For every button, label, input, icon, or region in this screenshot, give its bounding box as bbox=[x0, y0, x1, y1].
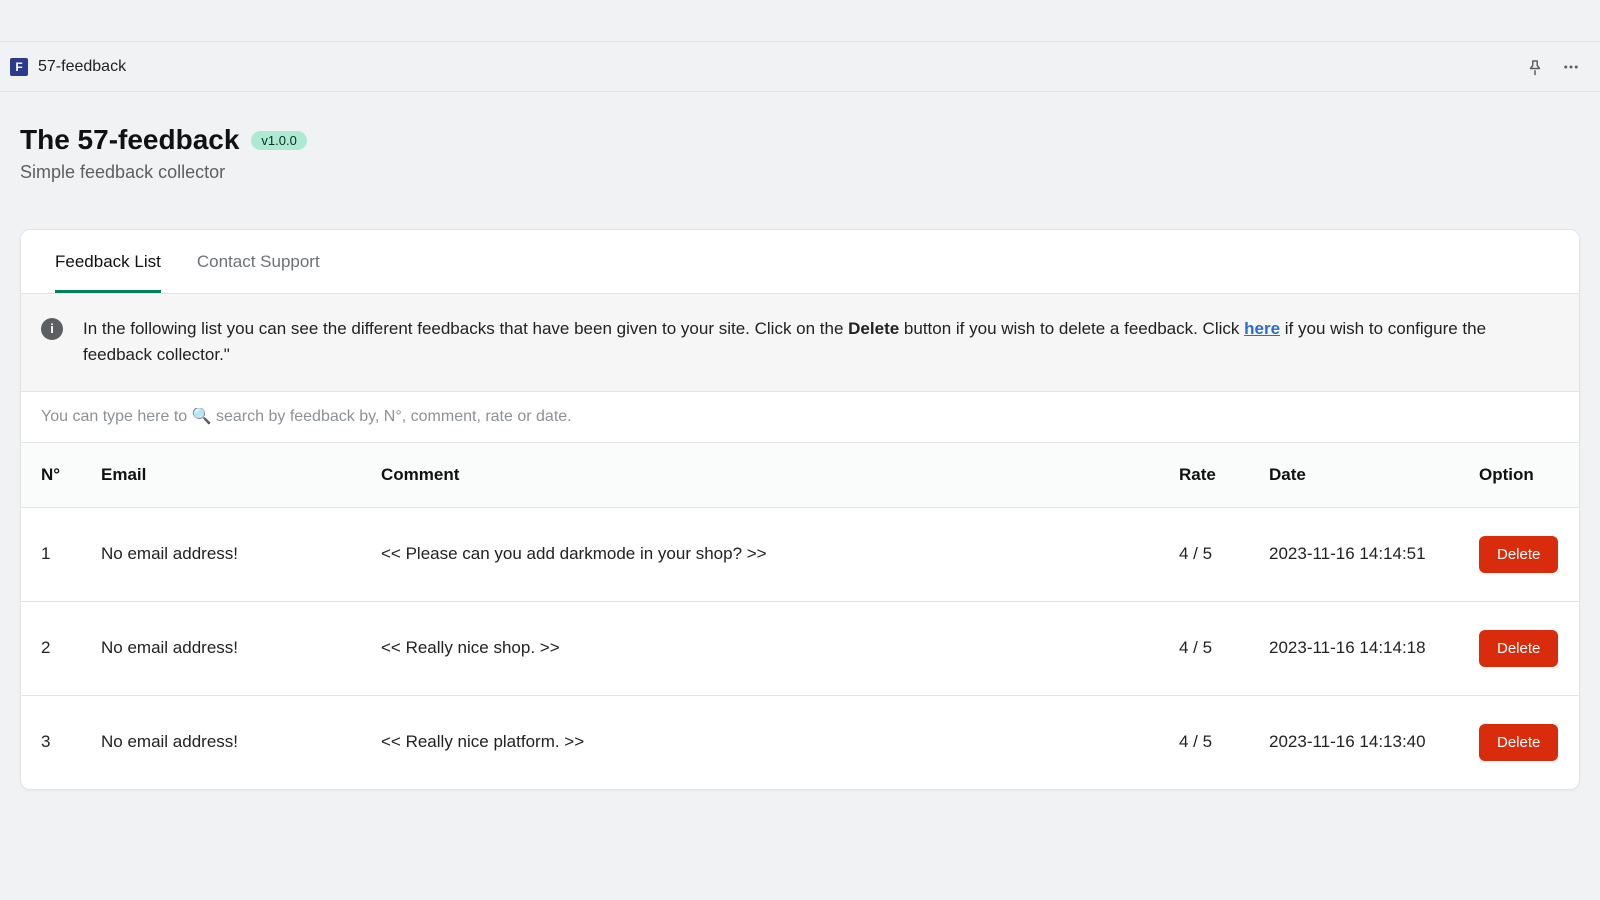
app-name: 57-feedback bbox=[38, 58, 126, 76]
col-header-email: Email bbox=[81, 443, 361, 508]
info-text: In the following list you can see the di… bbox=[83, 316, 1551, 369]
delete-button[interactable]: Delete bbox=[1479, 536, 1558, 573]
cell-n: 2 bbox=[21, 601, 81, 695]
search-row bbox=[21, 392, 1579, 443]
cell-date: 2023-11-16 14:13:40 bbox=[1249, 695, 1459, 789]
cell-rate: 4 / 5 bbox=[1159, 601, 1249, 695]
cell-option: Delete bbox=[1459, 695, 1579, 789]
cell-n: 3 bbox=[21, 695, 81, 789]
col-header-rate: Rate bbox=[1159, 443, 1249, 508]
table-row: 3No email address!<< Really nice platfor… bbox=[21, 695, 1579, 789]
more-icon[interactable] bbox=[1562, 58, 1580, 76]
cell-n: 1 bbox=[21, 507, 81, 601]
tab-contact-support[interactable]: Contact Support bbox=[197, 230, 320, 293]
cell-email: No email address! bbox=[81, 507, 361, 601]
cell-option: Delete bbox=[1459, 601, 1579, 695]
feedback-table: N° Email Comment Rate Date Option 1No em… bbox=[21, 443, 1579, 789]
cell-comment: << Really nice platform. >> bbox=[361, 695, 1159, 789]
banner-bold: Delete bbox=[848, 319, 899, 338]
app-bar-right bbox=[1526, 58, 1580, 76]
info-banner: i In the following list you can see the … bbox=[21, 294, 1579, 392]
cell-date: 2023-11-16 14:14:18 bbox=[1249, 601, 1459, 695]
cell-rate: 4 / 5 bbox=[1159, 507, 1249, 601]
app-logo-icon: F bbox=[10, 58, 28, 76]
banner-link-here[interactable]: here bbox=[1244, 319, 1280, 338]
table-row: 2No email address!<< Really nice shop. >… bbox=[21, 601, 1579, 695]
cell-option: Delete bbox=[1459, 507, 1579, 601]
cell-date: 2023-11-16 14:14:51 bbox=[1249, 507, 1459, 601]
banner-text-2: button if you wish to delete a feedback.… bbox=[899, 319, 1244, 338]
search-input[interactable] bbox=[41, 408, 1559, 426]
page-subtitle: Simple feedback collector bbox=[20, 162, 1580, 183]
main-card: Feedback List Contact Support i In the f… bbox=[20, 229, 1580, 790]
delete-button[interactable]: Delete bbox=[1479, 630, 1558, 667]
pin-icon[interactable] bbox=[1526, 58, 1544, 76]
col-header-option: Option bbox=[1459, 443, 1579, 508]
content: The 57-feedback v1.0.0 Simple feedback c… bbox=[0, 92, 1600, 790]
version-badge: v1.0.0 bbox=[251, 131, 306, 150]
cell-rate: 4 / 5 bbox=[1159, 695, 1249, 789]
cell-email: No email address! bbox=[81, 601, 361, 695]
info-icon: i bbox=[41, 318, 63, 340]
banner-text-1: In the following list you can see the di… bbox=[83, 319, 848, 338]
cell-comment: << Really nice shop. >> bbox=[361, 601, 1159, 695]
cell-comment: << Please can you add darkmode in your s… bbox=[361, 507, 1159, 601]
col-header-date: Date bbox=[1249, 443, 1459, 508]
col-header-n: N° bbox=[21, 443, 81, 508]
tab-feedback-list[interactable]: Feedback List bbox=[55, 230, 161, 293]
col-header-comment: Comment bbox=[361, 443, 1159, 508]
table-row: 1No email address!<< Please can you add … bbox=[21, 507, 1579, 601]
cell-email: No email address! bbox=[81, 695, 361, 789]
tabs: Feedback List Contact Support bbox=[21, 230, 1579, 294]
app-bar-left: F 57-feedback bbox=[10, 58, 126, 76]
page-title: The 57-feedback bbox=[20, 124, 239, 156]
table-header-row: N° Email Comment Rate Date Option bbox=[21, 443, 1579, 508]
delete-button[interactable]: Delete bbox=[1479, 724, 1558, 761]
top-spacer bbox=[0, 0, 1600, 42]
app-bar: F 57-feedback bbox=[0, 42, 1600, 92]
title-row: The 57-feedback v1.0.0 bbox=[20, 124, 1580, 156]
